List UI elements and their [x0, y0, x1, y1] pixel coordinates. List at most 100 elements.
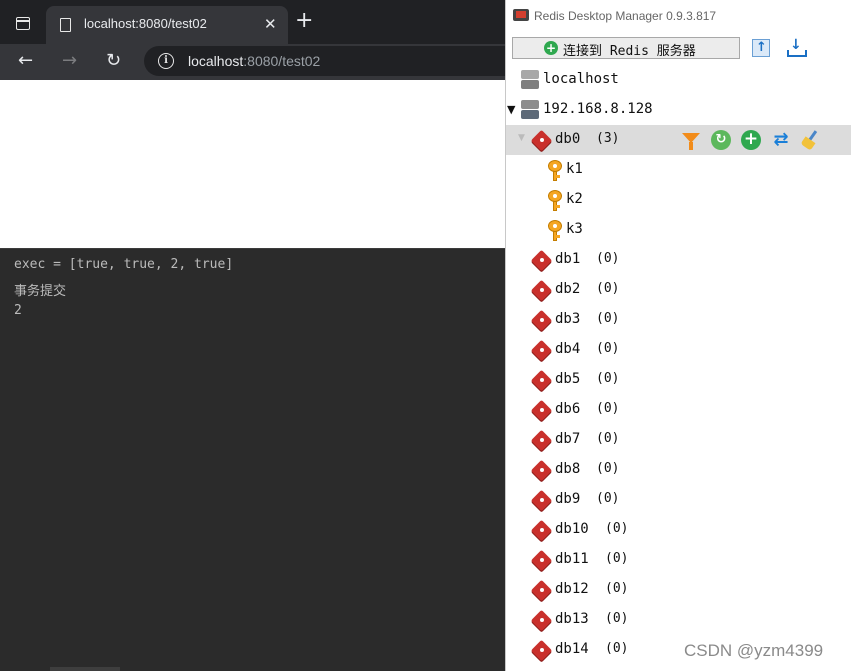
tree-server-localhost[interactable]: localhost — [506, 65, 851, 95]
db-name: db1 — [555, 251, 581, 267]
db-key-count: (0) — [605, 521, 629, 536]
connect-button-label: 连接到 Redis 服务器 — [563, 44, 696, 59]
tree-server-remote[interactable]: ▼ 192.168.8.128 — [506, 95, 851, 125]
tab-title: localhost:8080/test02 — [84, 16, 207, 31]
new-tab-icon[interactable]: + — [295, 9, 313, 33]
redis-desktop-manager-window: Redis Desktop Manager 0.9.3.817 + 连接到 Re… — [505, 0, 851, 671]
page-icon — [60, 18, 71, 32]
db-name: db9 — [555, 491, 581, 507]
db-name: db10 — [555, 521, 589, 537]
tree-db[interactable]: db10 (0) — [506, 515, 851, 545]
db-name: db0 — [555, 131, 581, 147]
database-icon — [530, 279, 553, 302]
database-icon — [530, 609, 553, 632]
tree-db[interactable]: db7 (0) — [506, 425, 851, 455]
tree-db[interactable]: db4 (0) — [506, 335, 851, 365]
browser-tab[interactable]: localhost:8080/test02 ✕ — [46, 6, 288, 44]
database-icon — [530, 429, 553, 452]
db-name: db12 — [555, 581, 589, 597]
browser-window: localhost:8080/test02 ✕ + ← → ↻ i localh… — [0, 0, 505, 671]
db-key-count: (3) — [596, 131, 620, 146]
db-name: db6 — [555, 401, 581, 417]
close-tab-icon[interactable]: ✕ — [264, 15, 277, 33]
move-keys-icon[interactable]: ⇄ — [771, 130, 791, 150]
reload-icon[interactable]: ↻ — [711, 130, 731, 150]
url-path: :8080/test02 — [243, 53, 321, 69]
db-key-count: (0) — [605, 611, 629, 626]
database-icon — [530, 369, 553, 392]
db-name: db3 — [555, 311, 581, 327]
database-icon — [530, 309, 553, 332]
back-arrow-icon[interactable]: ← — [18, 50, 33, 71]
tree-key[interactable]: k3 — [506, 215, 851, 245]
db-key-count: (0) — [596, 371, 620, 386]
address-bar[interactable]: i localhost:8080/test02 — [144, 46, 505, 76]
connection-tree: localhost ▼ 192.168.8.128 ▼ db0 (3) ↻ + … — [506, 64, 851, 671]
database-icon — [530, 339, 553, 362]
key-name: k1 — [566, 161, 583, 177]
db-name: db14 — [555, 641, 589, 657]
browser-toolbar: ← → ↻ i localhost:8080/test02 — [0, 44, 505, 80]
db-key-count: (0) — [605, 641, 629, 656]
address-url: localhost:8080/test02 — [188, 53, 320, 69]
reload-icon[interactable]: ↻ — [106, 50, 121, 71]
horizontal-scrollbar[interactable] — [50, 667, 120, 671]
expand-arrow-icon[interactable]: ▼ — [507, 103, 515, 116]
tree-db[interactable]: db9 (0) — [506, 485, 851, 515]
tree-db[interactable]: db2 (0) — [506, 275, 851, 305]
server-icon — [521, 100, 539, 120]
tree-db[interactable]: db8 (0) — [506, 455, 851, 485]
db-name: db11 — [555, 551, 589, 567]
tree-db[interactable]: db12 (0) — [506, 575, 851, 605]
tree-db[interactable]: db11 (0) — [506, 545, 851, 575]
tree-key[interactable]: k2 — [506, 185, 851, 215]
db-key-count: (0) — [596, 341, 620, 356]
export-icon[interactable]: ↓ — [786, 37, 808, 59]
connect-server-button[interactable]: + 连接到 Redis 服务器 — [512, 37, 740, 59]
site-info-icon[interactable]: i — [158, 53, 174, 69]
tree-db[interactable]: db5 (0) — [506, 365, 851, 395]
database-icon — [530, 519, 553, 542]
db-name: db7 — [555, 431, 581, 447]
db-key-count: (0) — [596, 251, 620, 266]
add-key-icon[interactable]: + — [741, 130, 761, 150]
import-icon[interactable]: ↑ — [750, 37, 772, 59]
db-key-count: (0) — [596, 431, 620, 446]
database-icon — [530, 489, 553, 512]
window-title: Redis Desktop Manager 0.9.3.817 — [534, 9, 717, 23]
collapse-arrow-icon[interactable]: ▼ — [518, 133, 525, 143]
db-name: db8 — [555, 461, 581, 477]
db-key-count: (0) — [596, 281, 620, 296]
tree-db[interactable]: db6 (0) — [506, 395, 851, 425]
database-icon — [530, 639, 553, 662]
tab-strip: localhost:8080/test02 ✕ + — [0, 0, 505, 44]
db-key-count: (0) — [605, 581, 629, 596]
tree-db-db0[interactable]: ▼ db0 (3) ↻ + ⇄ — [506, 125, 851, 155]
forward-arrow-icon[interactable]: → — [62, 50, 77, 71]
database-icon — [530, 399, 553, 422]
rdm-title-bar: Redis Desktop Manager 0.9.3.817 — [506, 0, 851, 32]
key-icon — [546, 159, 564, 181]
flush-db-icon[interactable] — [800, 130, 821, 151]
tree-db[interactable]: db3 (0) — [506, 305, 851, 335]
db-key-count: (0) — [596, 461, 620, 476]
database-icon — [530, 549, 553, 572]
db-name: db13 — [555, 611, 589, 627]
app-icon — [513, 9, 529, 21]
key-icon — [546, 219, 564, 241]
rdm-toolbar: + 连接到 Redis 服务器 ↑ ↓ — [506, 32, 851, 64]
server-name: localhost — [543, 71, 619, 87]
window-menu-icon[interactable] — [16, 17, 30, 30]
database-icon — [530, 579, 553, 602]
tree-key[interactable]: k1 — [506, 155, 851, 185]
console-line: 2 — [14, 303, 22, 318]
tree-db[interactable]: db1 (0) — [506, 245, 851, 275]
server-icon — [521, 70, 539, 90]
db-key-count: (0) — [605, 551, 629, 566]
filter-icon[interactable] — [682, 133, 700, 150]
key-icon — [546, 189, 564, 211]
tree-db[interactable]: db13 (0) — [506, 605, 851, 635]
server-name: 192.168.8.128 — [543, 101, 653, 117]
database-icon — [530, 459, 553, 482]
console-line: 事务提交 — [14, 284, 67, 299]
